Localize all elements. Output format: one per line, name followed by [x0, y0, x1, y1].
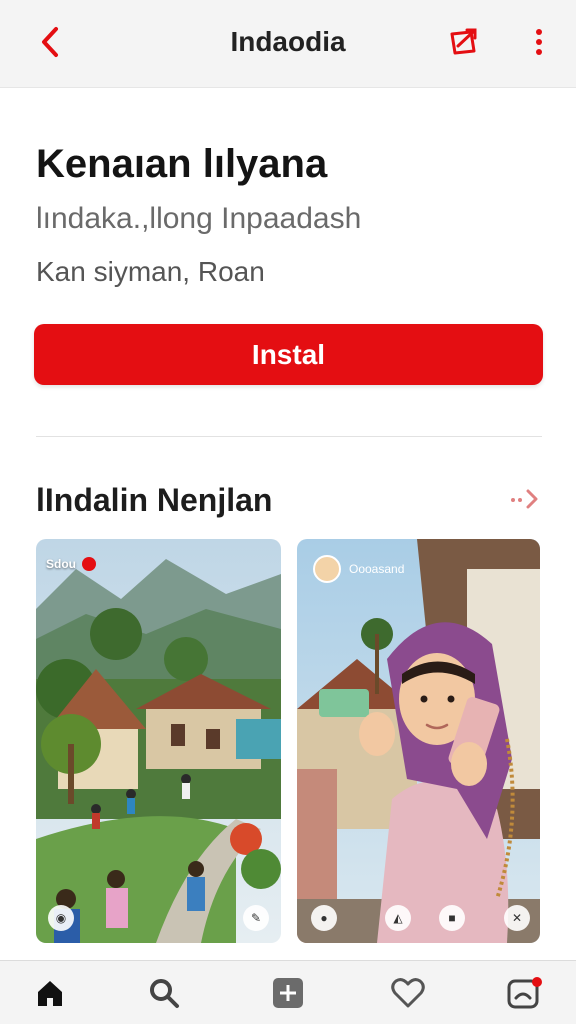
more-options-button[interactable]: [524, 22, 554, 62]
heart-icon: [82, 557, 96, 571]
screenshot-1-badge: Sdou: [46, 557, 96, 571]
location-icon[interactable]: ◭: [385, 905, 411, 931]
section-title: lIndalin Nenjlan: [36, 482, 273, 518]
home-icon: [38, 981, 62, 1006]
nav-notifications[interactable]: [504, 973, 544, 1013]
camera-icon[interactable]: ◉: [48, 905, 74, 931]
nav-home[interactable]: [30, 973, 70, 1013]
nav-add[interactable]: [268, 973, 308, 1013]
child-with-phone-image: [297, 539, 540, 943]
screenshot-2-label: Oooasand: [349, 562, 405, 576]
screenshot-2-header: Oooasand: [313, 555, 404, 583]
bottom-navigation: [0, 960, 576, 1024]
top-app-bar: Indaodia: [0, 0, 576, 88]
search-icon: [150, 979, 179, 1008]
more-vertical-icon: [536, 29, 542, 55]
screenshot-2[interactable]: Oooasand ● ◭ ■ ✕: [297, 539, 540, 943]
nav-search[interactable]: [144, 973, 184, 1013]
nav-favorites[interactable]: [388, 973, 428, 1013]
app-name: Kenaıan lılyana: [36, 142, 328, 186]
share-button[interactable]: [444, 22, 484, 62]
screenshot-1[interactable]: Sdou ◉ ✎: [36, 539, 281, 943]
heart-icon: [391, 978, 425, 1008]
close-icon[interactable]: ✕: [504, 905, 530, 931]
browser-icon[interactable]: ●: [311, 905, 337, 931]
screenshot-1-label: Sdou: [46, 557, 76, 571]
stop-icon[interactable]: ■: [439, 905, 465, 931]
app-meta: Kan siyman, Roan: [36, 256, 265, 287]
edit-icon[interactable]: ✎: [243, 905, 269, 931]
section-more-button[interactable]: [508, 484, 542, 514]
arrow-right-icon: [511, 489, 538, 509]
install-button[interactable]: Instal: [34, 324, 543, 385]
village-landscape-image: [36, 539, 281, 943]
page-title: Indaodia: [230, 26, 346, 57]
add-icon: [273, 978, 303, 1008]
app-subtitle: lındaka.,llong Inpaadash: [36, 202, 362, 235]
avatar: [313, 555, 341, 583]
share-icon: [450, 28, 477, 55]
notification-icon: [507, 977, 542, 1009]
divider: [36, 436, 542, 437]
